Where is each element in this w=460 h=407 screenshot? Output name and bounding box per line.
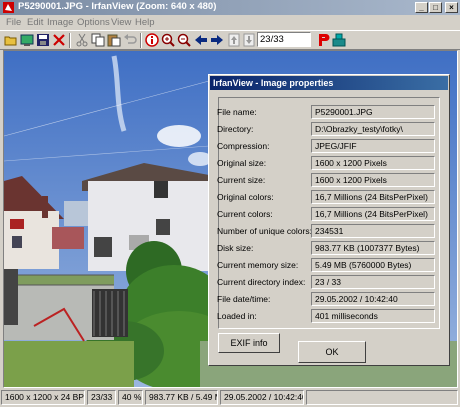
dialog-title[interactable]: IrfanView - Image properties — [210, 76, 448, 90]
property-row: Current size: 1600 x 1200 Pixels — [217, 173, 435, 187]
property-label: Loaded in: — [217, 311, 257, 321]
property-label: File name: — [217, 107, 257, 117]
ok-button[interactable]: OK — [298, 341, 366, 363]
window-title: P5290001.JPG - IrfanView (Zoom: 640 x 48… — [18, 1, 217, 12]
status-empty — [306, 390, 458, 405]
property-row: Disk size: 983.77 KB (1007377 Bytes) — [217, 241, 435, 255]
paste-icon[interactable] — [107, 33, 121, 47]
property-row: Directory: D:\Obrazky_testy\fotky\ — [217, 122, 435, 136]
status-datetime: 29.05.2002 / 10:42:40 — [220, 390, 304, 405]
status-zoom: 40 % — [118, 390, 143, 405]
irfanview-app-icon — [3, 2, 14, 13]
zoom-out-icon[interactable] — [177, 33, 191, 47]
property-row: File name: P5290001.JPG — [217, 105, 435, 119]
menu-help[interactable]: Help — [135, 17, 155, 28]
irfanview-window: P5290001.JPG - IrfanView (Zoom: 640 x 48… — [0, 0, 460, 407]
property-label: Number of unique colors: — [217, 226, 312, 236]
toolbar-separator — [140, 33, 142, 48]
image-properties-dialog: IrfanView - Image properties File name: … — [208, 74, 450, 366]
property-value: JPEG/JFIF — [311, 139, 435, 153]
property-label: Disk size: — [217, 243, 254, 253]
property-value: 983.77 KB (1007377 Bytes) — [311, 241, 435, 255]
print-icon[interactable] — [316, 33, 330, 47]
minimize-button[interactable]: _ — [415, 2, 428, 13]
property-value: 1600 x 1200 Pixels — [311, 156, 435, 170]
page-index-field[interactable]: 23/33 — [257, 32, 311, 47]
info-icon[interactable] — [145, 33, 159, 47]
property-label: File date/time: — [217, 294, 271, 304]
toolbar-separator — [69, 33, 71, 48]
exif-info-button[interactable]: EXIF info — [218, 333, 280, 353]
property-label: Current directory index: — [217, 277, 306, 287]
property-row: Current directory index: 23 / 33 — [217, 275, 435, 289]
property-value: 16,7 Millions (24 BitsPerPixel) — [311, 207, 435, 221]
title-bar[interactable]: P5290001.JPG - IrfanView (Zoom: 640 x 48… — [0, 0, 460, 15]
toolbar: 23/33 — [0, 30, 460, 50]
property-label: Current memory size: — [217, 260, 299, 270]
status-dimensions: 1600 x 1200 x 24 BPP — [1, 390, 85, 405]
slideshow-icon[interactable] — [20, 33, 34, 47]
property-label: Current size: — [217, 175, 266, 185]
property-row: File date/time: 29.05.2002 / 10:42:40 — [217, 292, 435, 306]
menu-view[interactable]: View — [111, 17, 131, 28]
undo-icon[interactable] — [123, 33, 137, 47]
copy-icon[interactable] — [91, 33, 105, 47]
zoom-in-icon[interactable] — [161, 33, 175, 47]
property-value: 1600 x 1200 Pixels — [311, 173, 435, 187]
close-button[interactable]: × — [445, 2, 458, 13]
property-value: 234531 — [311, 224, 435, 238]
cut-icon[interactable] — [75, 33, 89, 47]
status-filesize: 983.77 KB / 5.49 MB — [145, 390, 218, 405]
save-icon[interactable] — [36, 33, 50, 47]
property-value: 29.05.2002 / 10:42:40 — [311, 292, 435, 306]
menu-image[interactable]: Image — [47, 17, 73, 28]
property-row: Current colors: 16,7 Millions (24 BitsPe… — [217, 207, 435, 221]
first-icon[interactable] — [227, 33, 241, 47]
menu-bar: File Edit Image Options View Help — [0, 15, 460, 30]
property-label: Original colors: — [217, 192, 274, 202]
property-value: 5.49 MB (5760000 Bytes) — [311, 258, 435, 272]
delete-icon[interactable] — [52, 33, 66, 47]
maximize-button[interactable]: □ — [429, 2, 442, 13]
acquire-icon[interactable] — [332, 33, 346, 47]
property-label: Compression: — [217, 141, 270, 151]
next-icon[interactable] — [210, 33, 224, 47]
property-row: Compression: JPEG/JFIF — [217, 139, 435, 153]
open-icon[interactable] — [4, 33, 18, 47]
menu-file[interactable]: File — [6, 17, 21, 28]
property-label: Original size: — [217, 158, 267, 168]
menu-options[interactable]: Options — [77, 17, 110, 28]
property-value: P5290001.JPG — [311, 105, 435, 119]
prev-icon[interactable] — [194, 33, 208, 47]
status-index: 23/33 — [87, 390, 116, 405]
status-bar: 1600 x 1200 x 24 BPP 23/33 40 % 983.77 K… — [0, 388, 460, 407]
property-row: Original colors: 16,7 Millions (24 BitsP… — [217, 190, 435, 204]
property-row: Current memory size: 5.49 MB (5760000 By… — [217, 258, 435, 272]
last-icon[interactable] — [242, 33, 256, 47]
property-label: Current colors: — [217, 209, 273, 219]
property-value: 23 / 33 — [311, 275, 435, 289]
property-row: Original size: 1600 x 1200 Pixels — [217, 156, 435, 170]
property-label: Directory: — [217, 124, 254, 134]
menu-edit[interactable]: Edit — [27, 17, 43, 28]
property-value: 401 milliseconds — [311, 309, 435, 323]
property-row: Loaded in: 401 milliseconds — [217, 309, 435, 323]
property-row: Number of unique colors: 234531 — [217, 224, 435, 238]
property-value: D:\Obrazky_testy\fotky\ — [311, 122, 435, 136]
property-value: 16,7 Millions (24 BitsPerPixel) — [311, 190, 435, 204]
